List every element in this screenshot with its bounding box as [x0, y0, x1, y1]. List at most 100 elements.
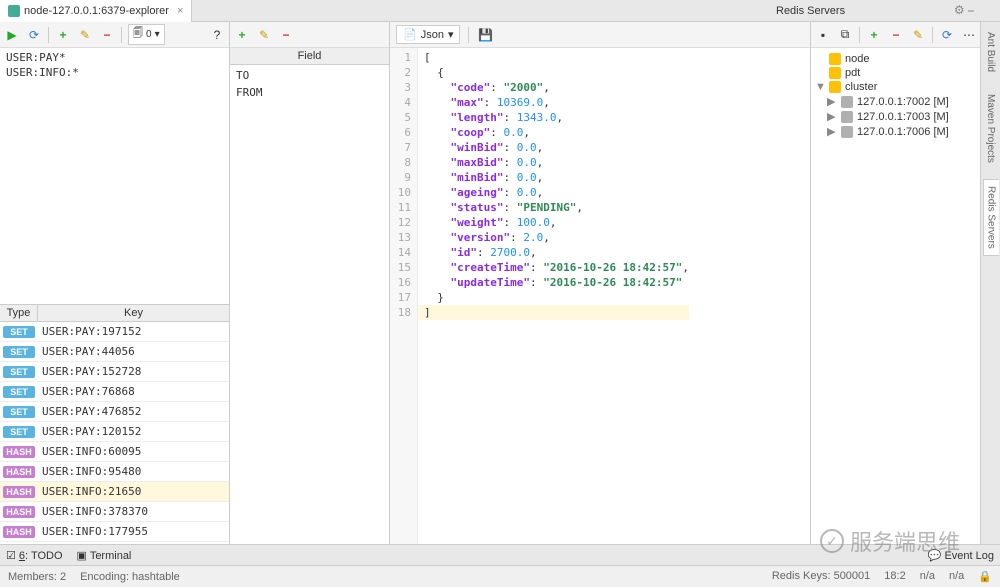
status-bar: Members: 2 Encoding: hashtable Redis Key… — [0, 565, 1000, 587]
srv-icon — [841, 111, 853, 123]
tree-label: 127.0.0.1:7002 [M] — [857, 96, 949, 108]
col-key[interactable]: Key — [38, 305, 229, 321]
redis-icon — [8, 5, 20, 17]
refresh-icon[interactable]: ⟳ — [26, 27, 42, 43]
add-field-icon[interactable]: + — [234, 27, 250, 43]
type-badge: SET — [3, 386, 35, 398]
key-name: USER:INFO:177955 — [38, 525, 229, 538]
key-name: USER:INFO:378370 — [38, 505, 229, 518]
delete-icon[interactable]: − — [99, 27, 115, 43]
table-row[interactable]: SETUSER:PAY:197152 — [0, 322, 229, 342]
help-icon[interactable]: ? — [209, 27, 225, 43]
table-row[interactable]: SETUSER:PAY:44056 — [0, 342, 229, 362]
tree-node[interactable]: node — [813, 52, 998, 66]
tree-label: cluster — [845, 81, 877, 93]
editor-toolbar: 📄 Json ▾ 💾 — [390, 22, 810, 48]
table-row[interactable]: SETUSER:PAY:120152 — [0, 422, 229, 442]
add-server-icon[interactable]: + — [866, 27, 882, 43]
db-icon — [829, 53, 841, 65]
key-name: USER:PAY:76868 — [38, 385, 229, 398]
db-selector[interactable]: 🗐 0 ▾ — [128, 24, 165, 45]
servers-panel: ▪ ⧉ + − ✎ ⟳ ⋯ nodepdt▼cluster▶127.0.0.1:… — [810, 22, 1000, 544]
chevron-icon[interactable]: ▼ — [815, 81, 825, 93]
console-icon[interactable]: ▪ — [815, 27, 831, 43]
key-list[interactable]: SETUSER:PAY:197152SETUSER:PAY:44056SETUS… — [0, 322, 229, 544]
line-gutter: 123456789101112131415161718 — [390, 48, 418, 544]
servers-toolbar: ▪ ⧉ + − ✎ ⟳ ⋯ — [811, 22, 1000, 48]
terminal-tab[interactable]: ▣ Terminal — [77, 549, 132, 562]
table-row[interactable]: SETUSER:PAY:76868 — [0, 382, 229, 402]
db-icon — [829, 67, 841, 79]
duplicate-icon[interactable]: ⧉ — [837, 27, 853, 43]
todo-tab[interactable]: ☑ 6: TODO — [6, 549, 63, 562]
tree-label: pdt — [845, 67, 860, 79]
type-badge: HASH — [3, 506, 35, 518]
key-name: USER:INFO:21650 — [38, 485, 229, 498]
status-keys: Redis Keys: 500001 — [772, 570, 870, 583]
table-row[interactable]: HASHUSER:INFO:21650 — [0, 482, 229, 502]
db-icon — [829, 81, 841, 93]
format-selector[interactable]: 📄 Json ▾ — [396, 25, 460, 44]
remove-server-icon[interactable]: − — [888, 27, 904, 43]
chevron-icon[interactable]: ▶ — [827, 95, 837, 108]
chevron-icon[interactable]: ▶ — [827, 110, 837, 123]
type-badge: HASH — [3, 486, 35, 498]
status-na1: n/a — [920, 570, 935, 583]
more-icon[interactable]: ⋯ — [961, 27, 977, 43]
status-encoding: Encoding: hashtable — [80, 571, 180, 583]
table-row[interactable]: HASHUSER:INFO:95480 — [0, 462, 229, 482]
key-name: USER:PAY:197152 — [38, 325, 229, 338]
edit-field-icon[interactable]: ✎ — [256, 27, 272, 43]
list-item[interactable]: FROM — [236, 84, 383, 101]
tree-node[interactable]: ▶ 127.0.0.1:7003 [M] — [813, 109, 998, 124]
field-header: Field — [230, 48, 389, 65]
refresh-servers-icon[interactable]: ⟳ — [939, 27, 955, 43]
table-row[interactable]: HASHUSER:INFO:177955 — [0, 522, 229, 542]
edit-server-icon[interactable]: ✎ — [910, 27, 926, 43]
server-tree[interactable]: nodepdt▼cluster▶127.0.0.1:7002 [M]▶127.0… — [811, 48, 1000, 143]
tree-node[interactable]: ▼ cluster — [813, 80, 998, 94]
srv-icon — [841, 126, 853, 138]
key-table-header: Type Key — [0, 304, 229, 322]
filter-area[interactable]: USER:PAY* USER:INFO:* — [0, 48, 229, 82]
right-side-tabs: Ant Build Maven Projects Redis Servers — [980, 22, 1000, 544]
event-log-tab[interactable]: 💬 Event Log — [928, 549, 994, 562]
list-item[interactable]: TO — [236, 67, 383, 84]
type-badge: SET — [3, 346, 35, 358]
type-badge: HASH — [3, 526, 35, 538]
type-badge: SET — [3, 406, 35, 418]
field-list[interactable]: TOFROM — [230, 65, 389, 544]
gear-icon[interactable]: ⚙ ⎯ — [954, 3, 974, 18]
tree-label: 127.0.0.1:7003 [M] — [857, 111, 949, 123]
code-content[interactable]: [ { "code": "2000", "max": 10369.0, "len… — [418, 48, 695, 544]
field-panel: + ✎ − Field TOFROM — [230, 22, 390, 544]
code-editor[interactable]: 123456789101112131415161718 [ { "code": … — [390, 48, 810, 544]
right-panel-title: Redis Servers — [776, 5, 845, 17]
value-editor-panel: 📄 Json ▾ 💾 123456789101112131415161718 [… — [390, 22, 810, 544]
tab-title: node-127.0.0.1:6379-explorer — [24, 5, 169, 17]
editor-tab[interactable]: node-127.0.0.1:6379-explorer × — [0, 0, 192, 22]
key-name: USER:PAY:120152 — [38, 425, 229, 438]
tree-node[interactable]: ▶ 127.0.0.1:7002 [M] — [813, 94, 998, 109]
type-badge: SET — [3, 366, 35, 378]
col-type[interactable]: Type — [0, 305, 38, 321]
tool-window-bar: ☑ 6: TODO ▣ Terminal 💬 Event Log — [0, 544, 1000, 565]
table-row[interactable]: HASHUSER:INFO:60095 — [0, 442, 229, 462]
side-tab-maven[interactable]: Maven Projects — [983, 88, 998, 169]
table-row[interactable]: HASHUSER:INFO:378370 — [0, 502, 229, 522]
run-icon[interactable]: ▶ — [4, 27, 20, 43]
table-row[interactable]: SETUSER:PAY:476852 — [0, 402, 229, 422]
delete-field-icon[interactable]: − — [278, 27, 294, 43]
tree-node[interactable]: pdt — [813, 66, 998, 80]
status-position: 18:2 — [884, 570, 905, 583]
save-icon[interactable]: 💾 — [477, 27, 493, 43]
side-tab-redis[interactable]: Redis Servers — [983, 179, 999, 256]
add-icon[interactable]: + — [55, 27, 71, 43]
tree-node[interactable]: ▶127.0.0.1:7006 [M] — [813, 124, 998, 139]
side-tab-ant[interactable]: Ant Build — [983, 26, 998, 78]
edit-icon[interactable]: ✎ — [77, 27, 93, 43]
close-icon[interactable]: × — [177, 5, 183, 17]
table-row[interactable]: SETUSER:PAY:152728 — [0, 362, 229, 382]
type-badge: HASH — [3, 446, 35, 458]
chevron-icon[interactable]: ▶ — [827, 125, 837, 138]
